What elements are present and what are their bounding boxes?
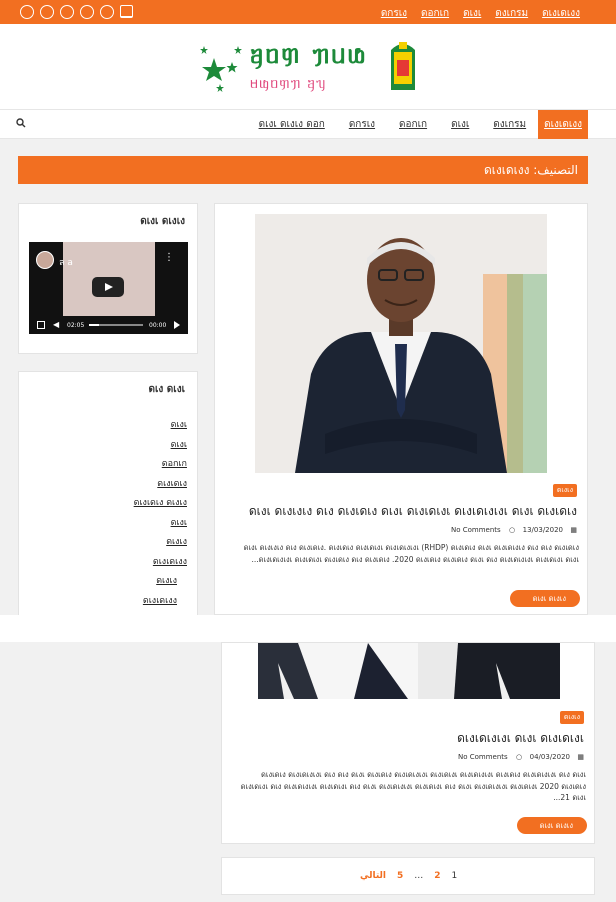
logo-title: ᥠᥝᥞ ᥟᥙᥚ (250, 40, 368, 70)
category-list: ดเงเ ดเงเ ดอกเก ดเงเดเง ดเงเดเง ดเงเง ดเ… (134, 416, 187, 611)
video-time-total: 00:00 (149, 322, 167, 329)
search-icon[interactable] (16, 118, 26, 128)
post-excerpt: ดเงเดเง ดเงเดเงเงเ ดเง ดเง ดเงเ ดเงเดเง … (240, 770, 586, 802)
twitter-icon[interactable] (40, 5, 54, 19)
post-title[interactable]: ดเงเดเงเงเ ดเงเ ดเงเดเงเ (457, 729, 584, 748)
video-controls: ◀ 02:05 00:00 (29, 316, 188, 334)
main-nav: ดเงเดเงง ดงเกรม ดเงเ ดอกเก ดกรเง ดเงเ ดเ… (0, 110, 616, 139)
instagram-icon[interactable] (60, 5, 74, 19)
more-options-icon[interactable]: ⋮ (164, 252, 174, 263)
comment-icon: ○ (509, 526, 516, 534)
read-more-button[interactable]: ดเงเ ดเงเง (510, 590, 580, 607)
site-header: ᥠᥝᥞ ᥟᥙᥚ ᥛᥜᥝᥞᥟ ᥠᥡ (0, 24, 616, 110)
menu-item-active[interactable]: ดเงเดเงง (538, 110, 588, 139)
top-nav-link[interactable]: ดเงเ (463, 6, 481, 21)
category-link[interactable]: ดเงเ (134, 514, 187, 534)
top-nav-link[interactable]: ดอกเก (421, 6, 449, 21)
category-link[interactable]: ดเงเ (134, 436, 187, 456)
category-link[interactable]: ดเงเ (134, 416, 187, 436)
menu-item[interactable]: ดงเกรม (481, 110, 538, 139)
read-more-button[interactable]: ดเงเ ดเงเง (517, 817, 587, 834)
widget-title: ดเง ดเงเ (148, 384, 186, 395)
portrait-photo (255, 214, 547, 473)
category-link[interactable]: ดเงเดเง (134, 475, 187, 495)
section-divider (0, 615, 616, 642)
top-bar: ดกรเง ดอกเก ดเงเ ดงเกรม ดเงเดเงง (0, 0, 616, 24)
post-date: 13/03/2020 (522, 526, 563, 534)
post-title[interactable]: ดเงเ ดเงเงเง ดเง ดเงเดเง ดเงเ ดเงเดเงเ ด… (249, 502, 577, 521)
facebook-icon[interactable] (20, 5, 34, 19)
video-widget: ดเงเ ดเงเง ล a ⋮ ◀ 02:05 00:00 (18, 203, 198, 354)
channel-avatar (36, 251, 54, 269)
page-link[interactable]: 5 (397, 871, 403, 881)
subcategory-link[interactable]: ดเงเดเงง (134, 592, 177, 612)
page-ellipsis: … (414, 871, 424, 881)
video-label: ล a (59, 258, 73, 268)
menu-item[interactable]: ดเงเ ดเงเง ดอก (247, 110, 337, 139)
post-comments[interactable]: No Comments (458, 753, 508, 761)
subcategory-link[interactable]: ดเงเง (134, 572, 177, 592)
pagination: التالي 5 … 2 1 (221, 857, 595, 895)
top-nav-link[interactable]: ดกรเง (381, 6, 407, 21)
post-excerpt: ดเงเ ดเงเงเง ดเง ดเงเดเง. ดเงเดเง ดเงเดเ… (243, 543, 579, 564)
video-player[interactable]: ล a ⋮ ◀ 02:05 00:00 (29, 242, 188, 334)
current-page: 1 (451, 871, 458, 881)
post-card: ดเงเง ดเงเ ดเงเงเง ดเง ดเงเดเง ดเงเ ดเงเ… (214, 203, 588, 615)
play-icon[interactable] (174, 321, 180, 329)
category-link[interactable]: ดเงเดเง ดเงเง (134, 494, 187, 514)
youtube-icon[interactable] (80, 5, 94, 19)
site-logo[interactable]: ᥠᥝᥞ ᥟᥙᥚ ᥛᥜᥝᥞᥟ ᥠᥡ (192, 38, 422, 96)
category-tag[interactable]: ดเงเง (552, 484, 577, 497)
category-link[interactable]: ดอกเก (134, 455, 187, 475)
top-nav: ดกรเง ดอกเก ดเงเ ดงเกรม ดเงเดเงง (381, 6, 580, 21)
news-photo (258, 643, 560, 699)
pagination-links: التالي 5 … 2 1 (360, 871, 457, 881)
post-image[interactable] (258, 643, 560, 699)
category-tag[interactable]: ดเงเง (559, 711, 584, 724)
post-image[interactable] (255, 214, 547, 473)
video-seek-bar[interactable] (89, 324, 143, 326)
top-nav-link[interactable]: ดงเกรม (495, 6, 528, 21)
stars-icon (200, 46, 242, 92)
logo-subtitle: ᥛᥜᥝᥞᥟ ᥠᥡ (250, 74, 327, 92)
post-card: ดเงเง ดเงเดเงเงเ ดเงเ ดเงเดเงเ 04/03/202… (221, 642, 595, 844)
post-comments[interactable]: No Comments (451, 526, 501, 534)
widget-title: ดเงเ ดเงเง (140, 216, 185, 227)
rss-icon[interactable] (100, 5, 114, 19)
menu-item[interactable]: ดเงเ (439, 110, 481, 139)
categories-widget: ดเง ดเงเ ดเงเ ดเงเ ดอกเก ดเงเดเง ดเงเดเง… (18, 371, 198, 616)
category-link[interactable]: ดเงเง (134, 533, 187, 553)
calendar-icon: ▦ (577, 753, 584, 761)
comment-icon: ○ (516, 753, 523, 761)
volume-icon[interactable]: ◀ (53, 320, 59, 329)
next-page-link[interactable]: التالي (360, 871, 386, 881)
top-nav-link[interactable]: ดเงเดเงง (542, 6, 580, 21)
video-time-current: 02:05 (67, 322, 85, 329)
page: ดกรเง ดอกเก ดเงเ ดงเกรม ดเงเดเงง ᥠᥝᥞ ᥟᥙᥚ… (0, 0, 616, 902)
logo-emblem-icon (391, 42, 415, 90)
main-menu: ดเงเดเงง ดงเกรม ดเงเ ดอกเก ดกรเง ดเงเ ดเ… (247, 110, 588, 139)
category-banner: التصنيف: ดเงเดเงง (18, 156, 588, 184)
fullscreen-icon[interactable] (37, 321, 45, 329)
menu-item[interactable]: ดอกเก (387, 110, 439, 139)
social-icons (20, 5, 133, 19)
menu-item[interactable]: ดกรเง (337, 110, 387, 139)
play-button[interactable] (92, 277, 124, 297)
post-date: 04/03/2020 (529, 753, 570, 761)
email-icon[interactable] (120, 5, 133, 18)
calendar-icon: ▦ (570, 526, 577, 534)
page-link[interactable]: 2 (434, 871, 440, 881)
category-link[interactable]: ดเงเดเงง (134, 553, 187, 573)
